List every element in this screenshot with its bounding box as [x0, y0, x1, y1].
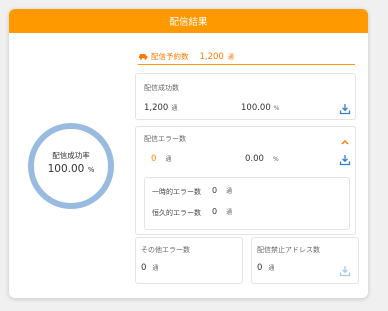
error-percent: 0.00% — [245, 154, 279, 164]
error-count-box: 配信エラー数 0通 0.00% 一時的エラー数 0通 恒久的エラー数 0通 — [135, 126, 356, 235]
download-icon[interactable] — [339, 103, 351, 115]
planned-value: 1,200 — [199, 51, 224, 62]
error-percent-value: 0.00 — [245, 154, 264, 164]
permanent-error-value: 0 — [212, 207, 218, 216]
success-count-value: 1,200 — [144, 103, 169, 113]
permanent-error-unit: 通 — [226, 209, 233, 216]
other-error-count: 0通 — [141, 263, 158, 273]
permanent-error-label: 恒久的エラー数 — [152, 209, 201, 217]
success-percent-unit: % — [273, 105, 280, 112]
temporary-error-unit: 通 — [226, 188, 233, 195]
chevron-up-icon[interactable] — [340, 138, 350, 146]
other-error-value: 0 — [141, 263, 147, 273]
success-rate-unit: % — [87, 166, 95, 174]
error-count-title: 配信エラー数 — [144, 135, 186, 143]
error-count: 0通 — [151, 154, 171, 164]
car-icon — [138, 52, 148, 62]
success-count-title: 配信成功数 — [144, 84, 179, 92]
error-detail-box: 一時的エラー数 0通 恒久的エラー数 0通 — [144, 177, 350, 230]
success-rate-label: 配信成功率 — [52, 151, 90, 160]
other-error-title: その他エラー数 — [141, 246, 190, 254]
card-header: 配信結果 — [9, 9, 368, 33]
success-count-unit: 通 — [171, 105, 178, 112]
success-rate-chart: 配信成功率 100.00 % — [28, 123, 128, 209]
error-count-unit: 通 — [165, 156, 172, 163]
temporary-error-count: 0通 — [212, 186, 232, 195]
blocked-address-box: 配信禁止アドレス数 0通 — [251, 237, 359, 284]
temporary-error-value: 0 — [212, 186, 218, 195]
success-percent: 100.00% — [241, 103, 279, 113]
success-count: 1,200 通 — [144, 103, 177, 113]
success-rate-number: 100.00 — [47, 163, 85, 175]
error-count-value: 0 — [151, 154, 157, 164]
planned-count-row: 配信予約数 1,200 通 — [138, 49, 355, 65]
download-icon[interactable] — [339, 154, 351, 166]
planned-unit: 通 — [227, 54, 234, 61]
temporary-error-label: 一時的エラー数 — [152, 188, 201, 196]
blocked-address-value: 0 — [257, 263, 263, 273]
error-percent-unit: % — [272, 156, 279, 163]
planned-label: 配信予約数 — [151, 52, 189, 61]
delivery-result-card: 配信結果 配信成功率 100.00 % 配信予約数 1,200 通 配信成功数 … — [9, 9, 368, 298]
success-count-box: 配信成功数 1,200 通 100.00% — [135, 73, 356, 120]
other-error-unit: 通 — [152, 265, 159, 272]
blocked-address-count: 0通 — [257, 263, 274, 273]
permanent-error-count: 0通 — [212, 207, 232, 216]
other-error-box: その他エラー数 0通 — [135, 237, 243, 284]
card-title: 配信結果 — [169, 17, 208, 28]
blocked-address-unit: 通 — [268, 265, 275, 272]
success-percent-value: 100.00 — [241, 103, 271, 113]
blocked-address-title: 配信禁止アドレス数 — [257, 246, 320, 254]
success-rate-value: 100.00 % — [28, 163, 114, 175]
download-icon[interactable] — [339, 265, 351, 277]
